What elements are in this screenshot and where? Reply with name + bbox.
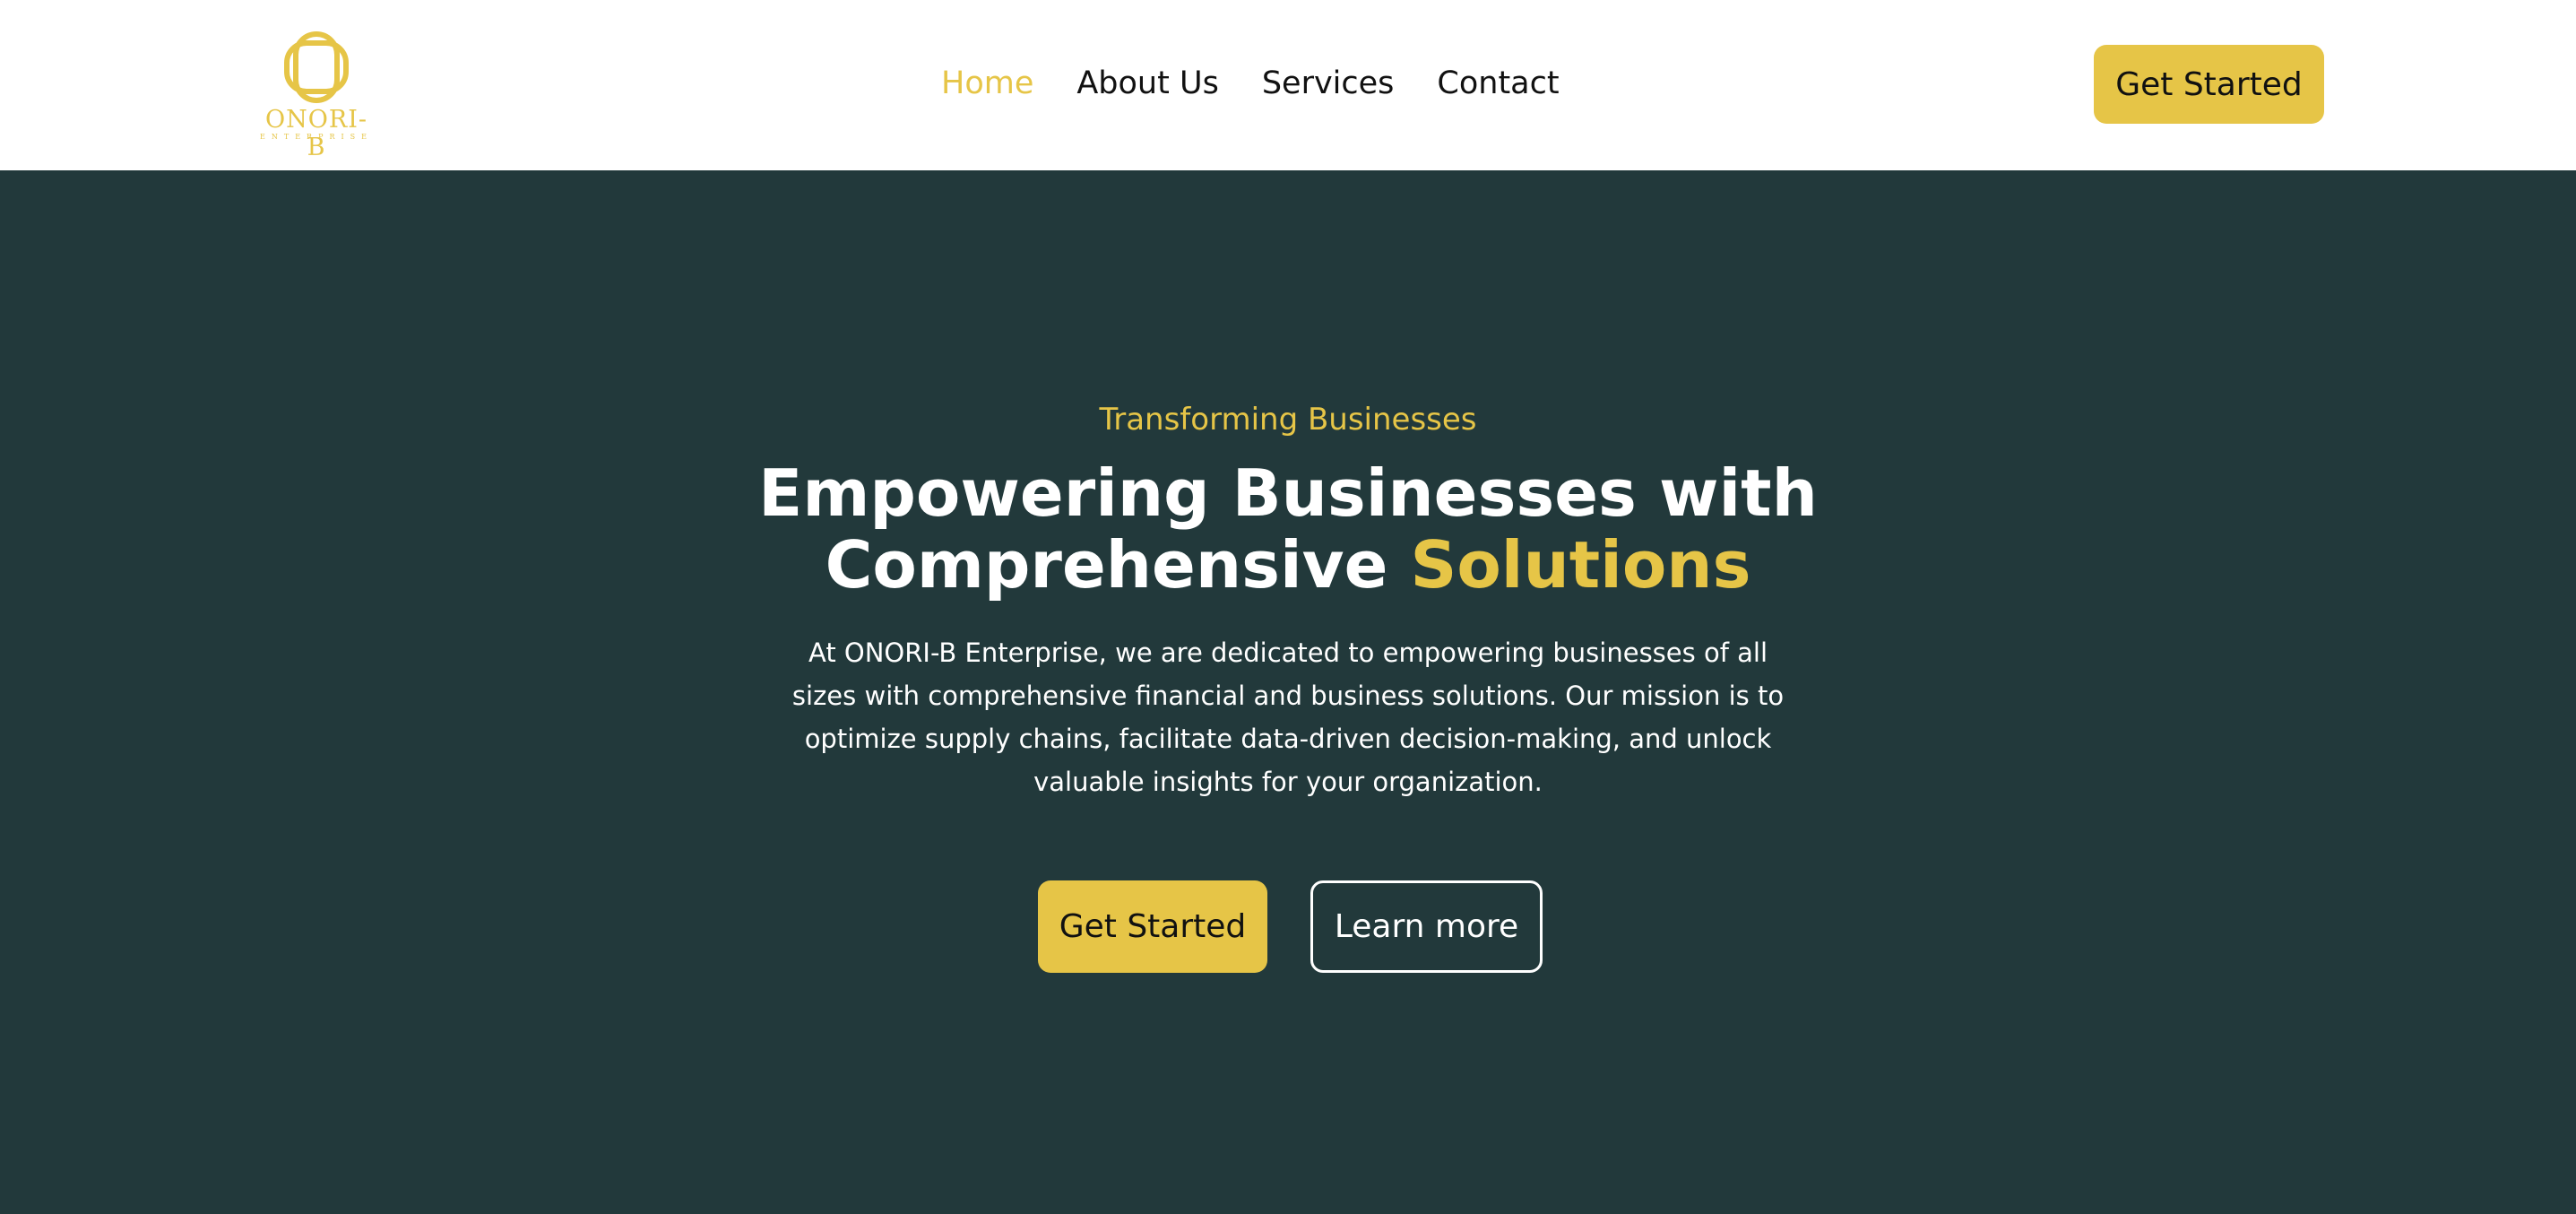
header-get-started-button[interactable]: Get Started (2094, 45, 2324, 124)
nav-item-services[interactable]: Services (1262, 65, 1395, 101)
hero-title: Empowering Businesses with Comprehensive… (0, 457, 2576, 601)
nav-item-about-us[interactable]: About Us (1076, 65, 1218, 101)
hero-title-line1: Empowering Businesses with (758, 455, 1818, 531)
brand-tagline: ENTERPRISE (260, 133, 373, 141)
hero-get-started-button[interactable]: Get Started (1038, 880, 1267, 973)
hero-title-accent: Solutions (1410, 527, 1751, 603)
nav-item-contact[interactable]: Contact (1437, 65, 1559, 101)
hero-description: At ONORI-B Enterprise, we are dedicated … (791, 637, 1785, 797)
interlocked-rings-logo-icon (284, 31, 349, 103)
brand-logo[interactable]: ONORI-B ENTERPRISE (256, 27, 376, 161)
hero-learn-more-button[interactable]: Learn more (1310, 880, 1543, 973)
hero-section: Transforming Businesses Empowering Busin… (0, 170, 2576, 1214)
hero-title-line2-prefix: Comprehensive (825, 527, 1411, 603)
hero-eyebrow: Transforming Businesses (1099, 402, 1477, 438)
nav-item-home[interactable]: Home (941, 65, 1033, 101)
main-nav: Home About Us Services Contact (941, 59, 1560, 108)
site-header: ONORI-B ENTERPRISE Home About Us Service… (0, 0, 2576, 170)
